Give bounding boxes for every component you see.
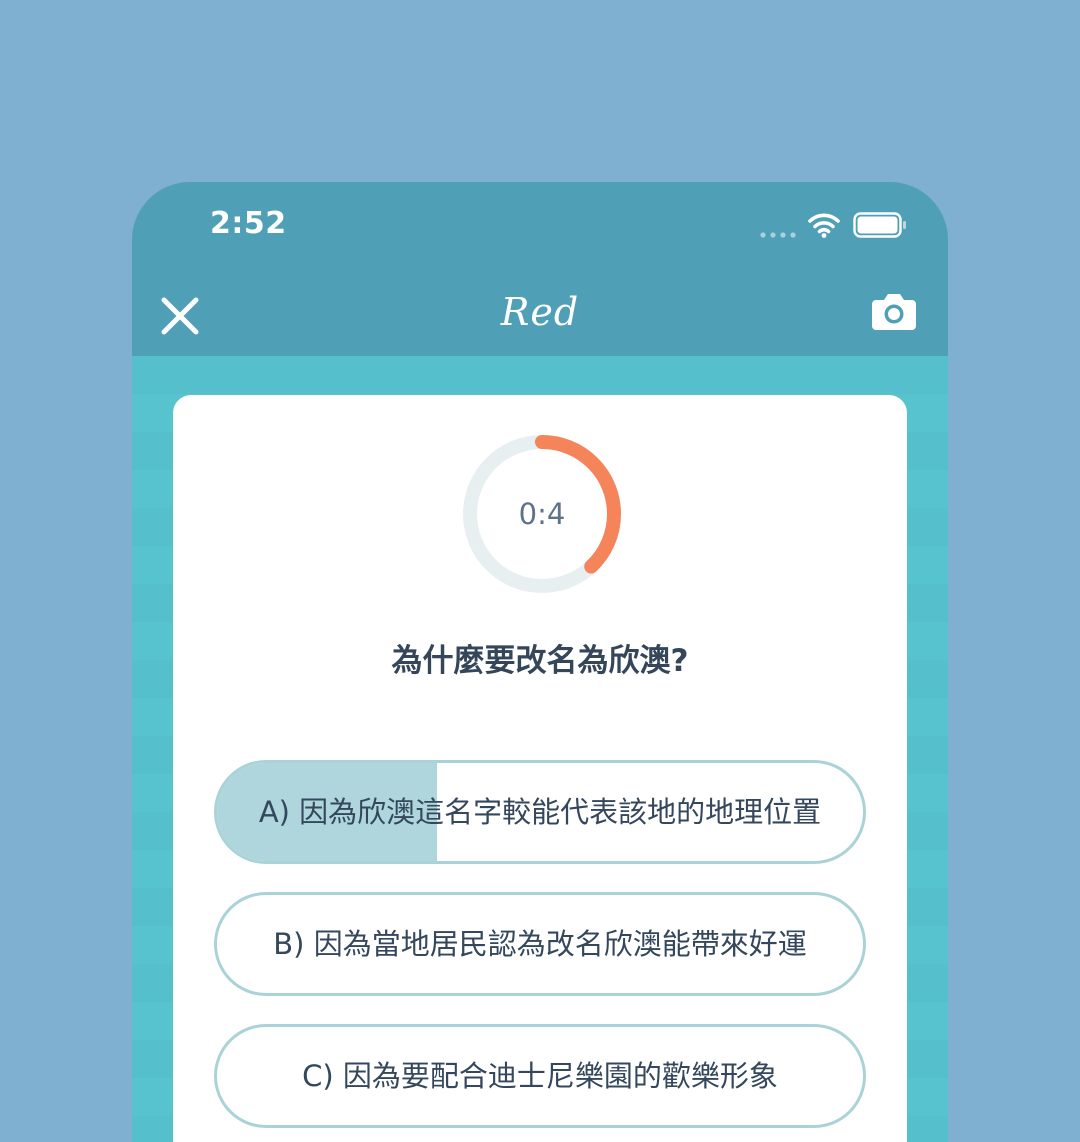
phone-screen: 2:52 Red 0:4 為什麼要改名為欣澳? A) 因為欣澳這名字較能代表該地… <box>132 182 948 1142</box>
answer-option-c[interactable]: C) 因為要配合迪士尼樂園的歡樂形象 <box>214 1024 866 1128</box>
cellular-signal-icon <box>760 232 796 238</box>
battery-icon <box>853 212 906 238</box>
camera-icon[interactable] <box>871 291 917 331</box>
app-title: Red <box>500 290 580 334</box>
timer-text: 0:4 <box>518 497 566 531</box>
answer-option-a-label: A) 因為欣澳這名字較能代表該地的地理位置 <box>258 795 822 829</box>
answer-option-a[interactable]: A) 因為欣澳這名字較能代表該地的地理位置 <box>214 760 866 864</box>
header-bar: 2:52 Red <box>132 182 948 356</box>
quiz-card: 0:4 為什麼要改名為欣澳? A) 因為欣澳這名字較能代表該地的地理位置 B) … <box>173 395 907 1142</box>
answer-option-b[interactable]: B) 因為當地居民認為改名欣澳能帶來好運 <box>214 892 866 996</box>
wifi-icon <box>808 213 840 238</box>
answer-option-c-label: C) 因為要配合迪士尼樂園的歡樂形象 <box>302 1059 778 1093</box>
question-text: 為什麼要改名為欣澳? <box>391 643 689 679</box>
status-time: 2:52 <box>210 206 287 241</box>
answer-option-b-label: B) 因為當地居民認為改名欣澳能帶來好運 <box>273 927 807 961</box>
